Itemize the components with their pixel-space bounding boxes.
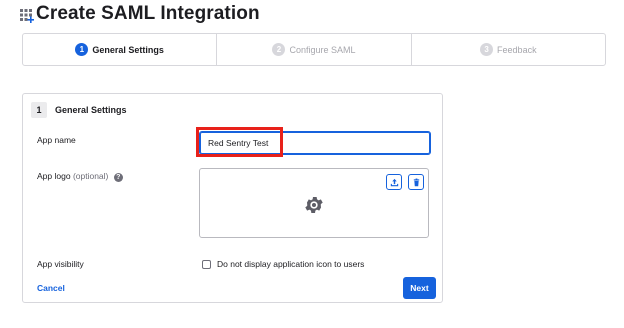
step-number: 2 xyxy=(272,43,286,56)
cancel-link[interactable]: Cancel xyxy=(37,283,65,293)
step-number: 1 xyxy=(75,43,89,56)
step-label: Feedback xyxy=(497,44,537,55)
section-title: General Settings xyxy=(55,105,127,115)
gear-icon xyxy=(305,197,323,213)
page-title: Create SAML Integration xyxy=(36,3,260,24)
hide-icon-checkbox-label[interactable]: Do not display application icon to users xyxy=(217,259,364,269)
step-configure-saml[interactable]: 2 Configure SAML xyxy=(217,34,412,65)
app-logo-dropzone[interactable] xyxy=(199,168,429,238)
wizard-stepper: 1 General Settings 2 Configure SAML 3 Fe… xyxy=(22,33,606,66)
apps-add-icon xyxy=(20,9,34,23)
section-number: 1 xyxy=(31,102,47,118)
app-logo-label-text: App logo xyxy=(37,171,71,181)
trash-icon xyxy=(413,178,419,186)
app-visibility-label: App visibility xyxy=(37,259,84,269)
general-settings-card: 1 General Settings App name App logo (op… xyxy=(22,93,443,303)
app-name-input[interactable] xyxy=(199,131,431,155)
delete-logo-button[interactable] xyxy=(408,174,424,190)
app-name-label: App name xyxy=(37,135,76,145)
upload-icon xyxy=(390,178,398,186)
upload-logo-button[interactable] xyxy=(386,174,402,190)
step-label: General Settings xyxy=(92,44,164,55)
app-logo-label: App logo (optional) ? xyxy=(37,171,123,182)
hide-icon-checkbox[interactable] xyxy=(202,260,211,269)
question-circle-icon[interactable]: ? xyxy=(113,173,123,182)
page-header: Create SAML Integration xyxy=(20,2,260,26)
next-button[interactable]: Next xyxy=(403,277,436,299)
step-label: Configure SAML xyxy=(289,44,356,55)
step-general-settings[interactable]: 1 General Settings xyxy=(23,34,218,65)
optional-text: (optional) xyxy=(72,171,109,181)
step-number: 3 xyxy=(480,43,494,56)
step-feedback[interactable]: 3 Feedback xyxy=(412,34,605,65)
card-header: 1 General Settings xyxy=(31,102,127,118)
